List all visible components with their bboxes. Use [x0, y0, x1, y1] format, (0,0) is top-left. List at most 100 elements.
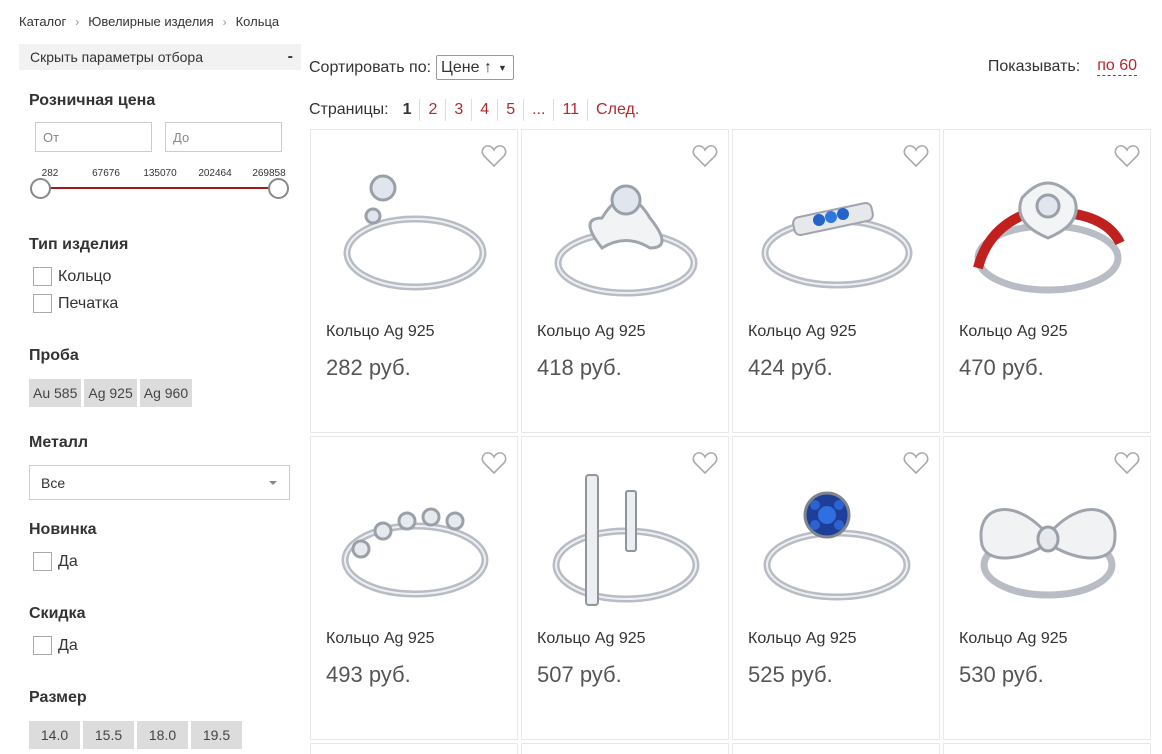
new-filter-title: Новинка	[29, 521, 97, 538]
checkbox[interactable]	[33, 267, 52, 286]
product-price: 493 руб.	[326, 662, 411, 687]
page-link[interactable]: 5	[498, 99, 525, 121]
product-card[interactable]: Кольцо Ag 925 507 руб.	[521, 436, 729, 740]
new-option-yes[interactable]: Да	[33, 552, 78, 571]
price-filter-title: Розничная цена	[29, 92, 156, 109]
proba-chip[interactable]: Ag 925	[84, 379, 137, 407]
price-to-input[interactable]	[165, 122, 282, 152]
proba-chip[interactable]: Au 585	[29, 379, 82, 407]
price-tick: 135070	[143, 168, 177, 179]
product-card-partial	[732, 743, 940, 754]
size-filter-title: Размер	[29, 689, 87, 706]
product-name[interactable]: Кольцо Ag 925	[537, 323, 646, 341]
product-card[interactable]: Кольцо Ag 925 470 руб.	[943, 129, 1151, 433]
product-name[interactable]: Кольцо Ag 925	[326, 323, 435, 341]
product-price: 282 руб.	[326, 355, 411, 380]
product-grid: Кольцо Ag 925 282 руб. Кольцо Ag 925 418 ру…	[310, 129, 1152, 740]
product-card[interactable]: Кольцо Ag 925 530 руб.	[943, 436, 1151, 740]
type-option-signet[interactable]: Печатка	[33, 294, 118, 313]
checkbox[interactable]	[33, 552, 52, 571]
breadcrumb: Каталог › Ювелирные изделия › Кольца	[19, 14, 279, 29]
type-option-ring[interactable]: Кольцо	[33, 267, 111, 286]
page-size-label: Показывать:	[987, 57, 1081, 75]
collapse-icon: -	[287, 48, 293, 65]
price-tick: 202464	[198, 168, 232, 179]
checkbox-label: Да	[58, 552, 78, 570]
metal-filter-title: Металл	[29, 434, 89, 451]
ring-image[interactable]	[331, 158, 499, 308]
product-card[interactable]: Кольцо Ag 925 282 руб.	[310, 129, 518, 433]
product-card[interactable]: Кольцо Ag 925 424 руб.	[732, 129, 940, 433]
pagination: Страницы: 1 2 3 4 5 ... 11 След.	[309, 99, 647, 121]
size-chips: 14.0 15.5 18.0 19.5	[29, 721, 242, 749]
page-size-control: Показывать: по 60	[988, 57, 1137, 76]
page-link[interactable]: 11	[554, 99, 589, 121]
metal-select-value: Все	[41, 474, 66, 491]
page-link[interactable]: 3	[446, 99, 473, 121]
product-card[interactable]: Кольцо Ag 925 525 руб.	[732, 436, 940, 740]
product-price: 424 руб.	[748, 355, 833, 380]
product-name[interactable]: Кольцо Ag 925	[959, 630, 1068, 648]
proba-filter-title: Проба	[29, 347, 79, 364]
product-card-partial	[521, 743, 729, 754]
sort-label: Сортировать по:	[309, 58, 432, 76]
product-card[interactable]: Кольцо Ag 925 418 руб.	[521, 129, 729, 433]
product-card[interactable]: Кольцо Ag 925 493 руб.	[310, 436, 518, 740]
size-chip[interactable]: 15.5	[83, 721, 134, 749]
pagination-label: Страницы:	[309, 101, 389, 118]
checkbox[interactable]	[33, 636, 52, 655]
toggle-filters-label: Скрыть параметры отбора	[30, 49, 203, 65]
proba-chips: Au 585 Ag 925 Ag 960	[29, 379, 193, 407]
toggle-filters-button[interactable]: Скрыть параметры отбора -	[19, 44, 301, 70]
ring-image[interactable]	[964, 465, 1132, 615]
ring-image[interactable]	[753, 465, 921, 615]
metal-select[interactable]: Все	[29, 465, 290, 500]
discount-option-yes[interactable]: Да	[33, 636, 78, 655]
filter-sidebar: Скрыть параметры отбора - Розничная цена…	[19, 44, 301, 754]
product-name[interactable]: Кольцо Ag 925	[748, 323, 857, 341]
dropdown-arrow-icon: ▼	[497, 62, 507, 73]
ring-image[interactable]	[331, 465, 499, 615]
price-tick: 282	[41, 168, 59, 179]
checkbox-label: Да	[58, 636, 78, 654]
product-price: 507 руб.	[537, 662, 622, 687]
ring-image[interactable]	[542, 465, 710, 615]
breadcrumb-jewelry[interactable]: Ювелирные изделия	[88, 14, 213, 29]
page-link-current: 1	[395, 99, 421, 121]
breadcrumb-catalog[interactable]: Каталог	[19, 14, 66, 29]
price-scale: 282 67676 135070 202464 269858	[19, 168, 301, 182]
price-slider-track[interactable]	[41, 187, 279, 189]
ring-image[interactable]	[753, 158, 921, 308]
chevron-right-icon: ›	[75, 14, 80, 29]
checkbox-label: Печатка	[58, 294, 119, 312]
next-page-link[interactable]: След.	[588, 99, 647, 121]
discount-filter-title: Скидка	[29, 605, 86, 622]
price-from-input[interactable]	[35, 122, 152, 152]
price-inputs	[35, 122, 282, 152]
price-slider-max-handle[interactable]	[268, 178, 289, 199]
product-name[interactable]: Кольцо Ag 925	[959, 323, 1068, 341]
page-link[interactable]: 2	[420, 99, 447, 121]
sort-control: Сортировать по: Цене ↑ ▼	[309, 55, 514, 80]
product-name[interactable]: Кольцо Ag 925	[326, 630, 435, 648]
ring-image[interactable]	[542, 158, 710, 308]
checkbox[interactable]	[33, 294, 52, 313]
product-price: 418 руб.	[537, 355, 622, 380]
sort-select[interactable]: Цене ↑ ▼	[436, 55, 514, 80]
price-tick: 67676	[92, 168, 120, 179]
checkbox-label: Кольцо	[58, 267, 112, 285]
page-size-value[interactable]: по 60	[1097, 57, 1137, 76]
size-chip[interactable]: 18.0	[137, 721, 188, 749]
product-name[interactable]: Кольцо Ag 925	[537, 630, 646, 648]
chevron-right-icon: ›	[222, 14, 227, 29]
product-price: 525 руб.	[748, 662, 833, 687]
product-name[interactable]: Кольцо Ag 925	[748, 630, 857, 648]
chevron-down-icon	[269, 480, 277, 485]
size-chip[interactable]: 19.5	[191, 721, 242, 749]
price-slider-min-handle[interactable]	[30, 178, 51, 199]
size-chip[interactable]: 14.0	[29, 721, 80, 749]
page-link[interactable]: 4	[472, 99, 499, 121]
product-price: 530 руб.	[959, 662, 1044, 687]
proba-chip[interactable]: Ag 960	[139, 379, 193, 407]
ring-image[interactable]	[964, 158, 1132, 308]
